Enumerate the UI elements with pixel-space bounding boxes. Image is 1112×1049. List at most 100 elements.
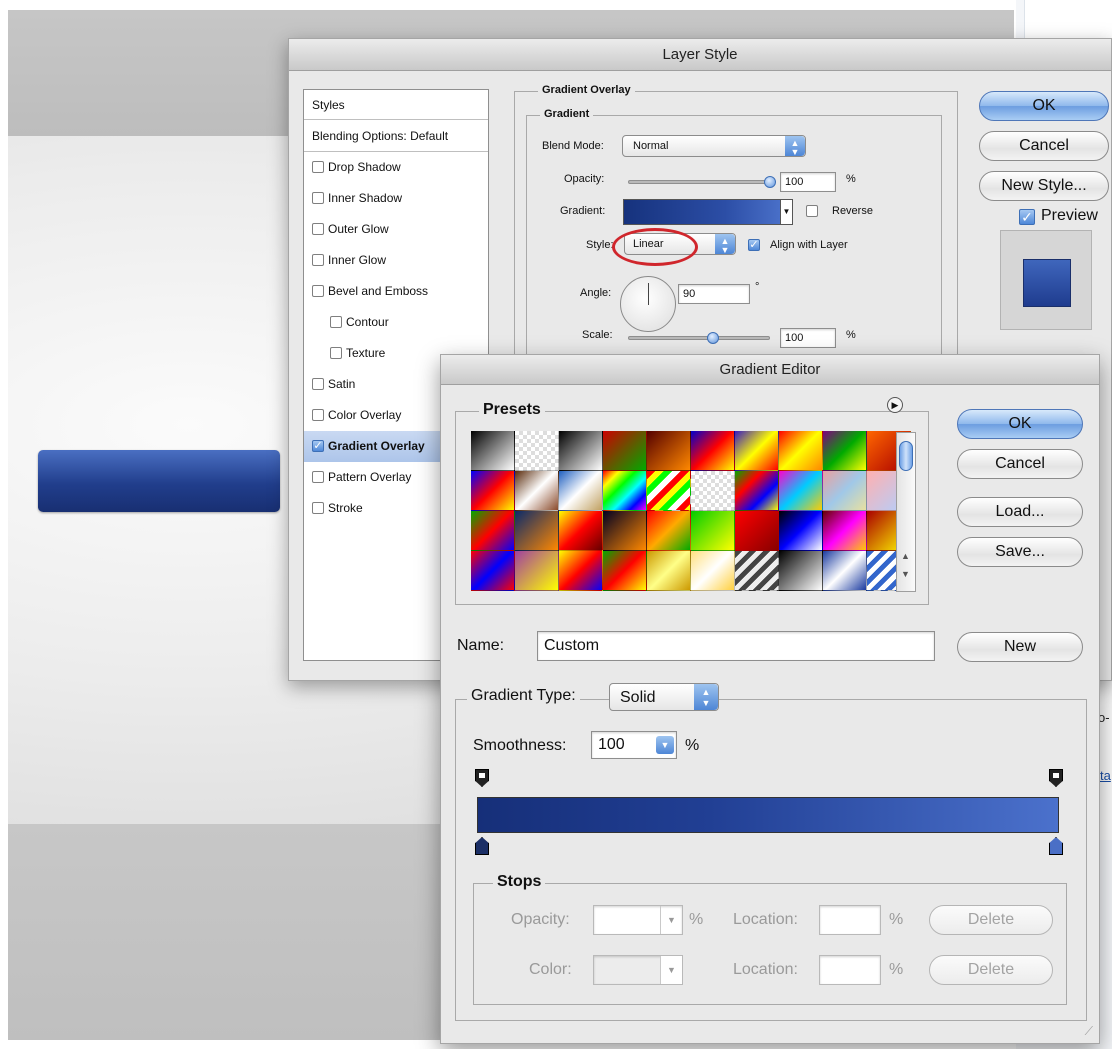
angle-dial[interactable] [620, 276, 676, 332]
style-item-checkbox[interactable] [312, 470, 324, 483]
save-button[interactable]: Save... [957, 537, 1083, 567]
style-item-checkbox[interactable] [312, 408, 324, 421]
load-button[interactable]: Load... [957, 497, 1083, 527]
preset-swatch[interactable] [691, 511, 735, 551]
presets-menu-icon[interactable]: ▶ [887, 397, 903, 413]
delete-opacity-stop-button[interactable]: Delete [929, 905, 1053, 935]
preset-swatch[interactable] [471, 431, 515, 471]
style-item[interactable]: Contour [304, 307, 488, 338]
blend-mode-popup[interactable]: Normal ▲ ▼ [622, 135, 806, 157]
gradient-ok-button[interactable]: OK [957, 409, 1083, 439]
reverse-checkbox[interactable] [806, 205, 818, 217]
style-item-checkbox[interactable] [312, 222, 324, 235]
preset-swatch[interactable] [823, 511, 867, 551]
preset-swatch[interactable] [691, 431, 735, 471]
preset-swatch[interactable] [691, 551, 735, 591]
preset-swatch[interactable] [515, 431, 559, 471]
preset-swatch[interactable] [647, 551, 691, 591]
style-item-checkbox[interactable] [312, 253, 324, 266]
opacity-slider[interactable] [628, 180, 770, 184]
gradient-dropdown-icon[interactable]: ▼ [780, 200, 792, 224]
layer-style-titlebar[interactable]: Layer Style [289, 39, 1111, 71]
preset-swatch[interactable] [603, 551, 647, 591]
style-item[interactable]: Drop Shadow [304, 152, 488, 183]
style-item[interactable]: Outer Glow [304, 214, 488, 245]
styles-header[interactable]: Styles [304, 90, 488, 120]
new-gradient-button[interactable]: New [957, 632, 1083, 662]
stop-color-dropdown-icon[interactable]: ▼ [660, 956, 682, 984]
stop-opacity-dropdown-icon[interactable]: ▼ [660, 906, 682, 934]
delete-color-stop-button[interactable]: Delete [929, 955, 1053, 985]
smoothness-field[interactable]: 100 ▼ [591, 731, 677, 759]
stop-opacity-field[interactable]: ▼ [593, 905, 683, 935]
presets-scrollbar[interactable]: ▲ ▼ [896, 432, 916, 592]
scale-slider[interactable] [628, 336, 770, 340]
opacity-field[interactable]: 100 [780, 172, 836, 192]
preset-swatch[interactable] [823, 431, 867, 471]
preset-swatch[interactable] [559, 511, 603, 551]
preset-swatch[interactable] [647, 511, 691, 551]
preset-swatch[interactable] [735, 511, 779, 551]
opacity-slider-knob[interactable] [764, 176, 776, 188]
smoothness-dropdown-icon[interactable]: ▼ [656, 736, 674, 754]
resize-grip-icon[interactable]: ⟋ [1085, 1024, 1093, 1039]
preset-swatch[interactable] [735, 471, 779, 511]
angle-field[interactable]: 90 [678, 284, 750, 304]
preset-swatch[interactable] [471, 511, 515, 551]
preset-swatch[interactable] [779, 431, 823, 471]
style-item[interactable]: Inner Glow [304, 245, 488, 276]
name-field[interactable]: Custom [537, 631, 935, 661]
gradient-cancel-button[interactable]: Cancel [957, 449, 1083, 479]
align-with-layer-checkbox[interactable]: ✓ [748, 239, 760, 251]
gradient-preview-bar[interactable] [477, 797, 1059, 833]
preset-swatch[interactable] [603, 431, 647, 471]
style-item-checkbox[interactable] [330, 346, 342, 359]
preset-swatch[interactable] [735, 551, 779, 591]
layer-style-ok-button[interactable]: OK [979, 91, 1109, 121]
preset-swatch[interactable] [647, 431, 691, 471]
clipped-link[interactable]: ta [1100, 768, 1111, 783]
preset-swatch[interactable] [779, 551, 823, 591]
name-value: Custom [544, 637, 600, 654]
style-item[interactable]: Inner Shadow [304, 183, 488, 214]
preset-swatch[interactable] [647, 471, 691, 511]
stop-opacity-location-field[interactable] [819, 905, 881, 935]
preview-checkbox[interactable]: ✓ [1019, 209, 1035, 225]
gradient-type-popup[interactable]: Solid ▲ ▼ [609, 683, 719, 711]
preset-swatch[interactable] [779, 471, 823, 511]
style-item-checkbox[interactable] [312, 501, 324, 514]
style-item-checkbox[interactable]: ✓ [312, 439, 324, 452]
preset-swatch[interactable] [823, 551, 867, 591]
style-item-checkbox[interactable] [312, 377, 324, 390]
stop-color-swatch[interactable]: ▼ [593, 955, 683, 985]
preset-swatch[interactable] [515, 511, 559, 551]
blending-options-item[interactable]: Blending Options: Default [304, 120, 488, 152]
preset-swatch[interactable] [735, 431, 779, 471]
preset-swatch[interactable] [823, 471, 867, 511]
preset-swatch[interactable] [559, 431, 603, 471]
style-item-checkbox[interactable] [312, 284, 324, 297]
scroll-up-arrow-icon[interactable]: ▲ [901, 551, 910, 561]
preset-swatch[interactable] [603, 471, 647, 511]
preset-swatch[interactable] [471, 551, 515, 591]
preset-swatch[interactable] [691, 471, 735, 511]
stop-color-location-field[interactable] [819, 955, 881, 985]
scale-field[interactable]: 100 [780, 328, 836, 348]
preset-swatch[interactable] [559, 551, 603, 591]
style-item[interactable]: Bevel and Emboss [304, 276, 488, 307]
style-item-checkbox[interactable] [312, 160, 324, 173]
style-item-checkbox[interactable] [330, 315, 342, 328]
preset-swatch[interactable] [559, 471, 603, 511]
gradient-editor-titlebar[interactable]: Gradient Editor [441, 355, 1099, 385]
presets-scroll-thumb[interactable] [899, 441, 913, 471]
preset-swatch[interactable] [471, 471, 515, 511]
gradient-picker-swatch[interactable] [623, 199, 793, 225]
style-item-checkbox[interactable] [312, 191, 324, 204]
layer-style-cancel-button[interactable]: Cancel [979, 131, 1109, 161]
scroll-down-arrow-icon[interactable]: ▼ [901, 569, 910, 579]
preset-swatch[interactable] [515, 551, 559, 591]
preset-swatch[interactable] [603, 511, 647, 551]
preset-swatch[interactable] [515, 471, 559, 511]
preset-swatch[interactable] [779, 511, 823, 551]
new-style-button[interactable]: New Style... [979, 171, 1109, 201]
